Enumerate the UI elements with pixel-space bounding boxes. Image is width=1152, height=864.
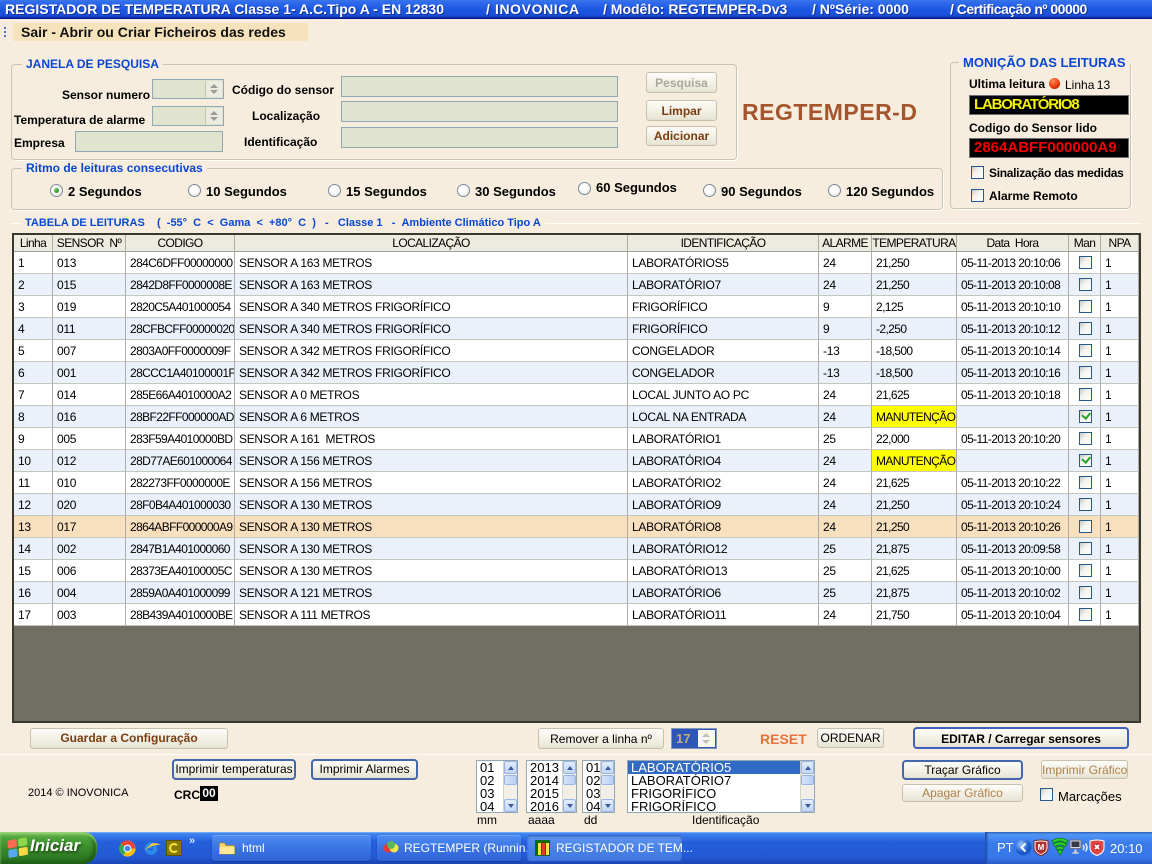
svg-text:M: M <box>1038 843 1045 852</box>
